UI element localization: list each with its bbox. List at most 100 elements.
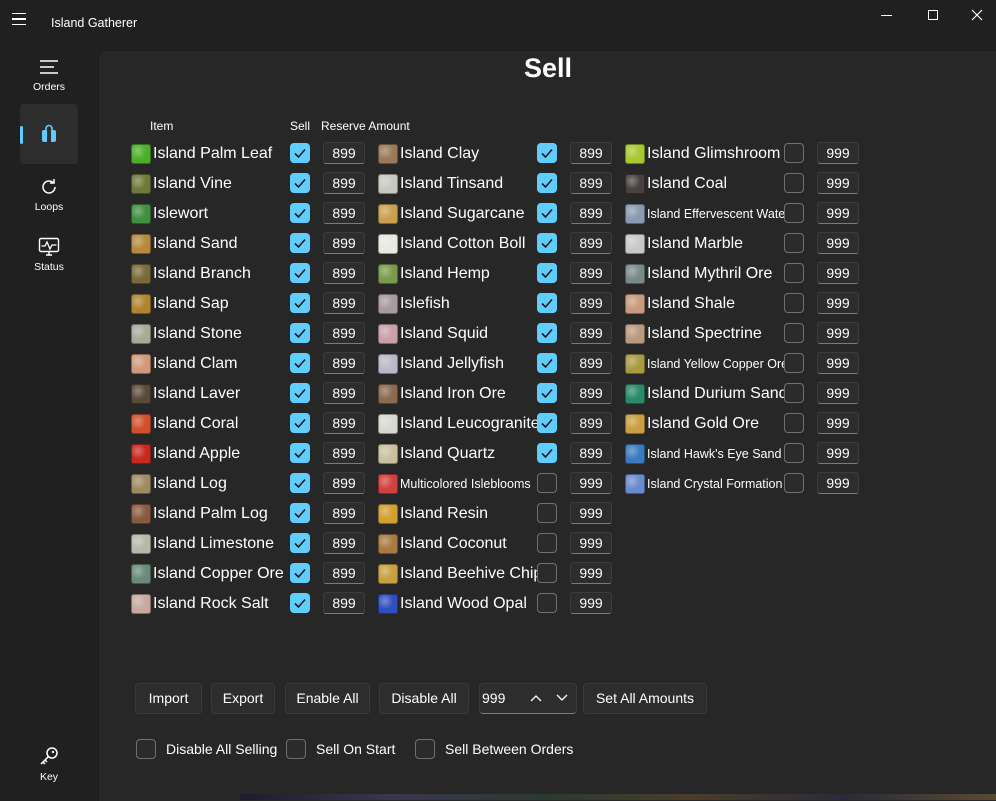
maximize-button[interactable]: [913, 4, 953, 26]
reserve-amount-input[interactable]: 899: [570, 322, 612, 344]
reserve-amount-input[interactable]: 999: [570, 562, 612, 584]
reserve-amount-input[interactable]: 899: [323, 322, 365, 344]
sell-checkbox[interactable]: [784, 383, 804, 403]
nav-sell[interactable]: [20, 104, 78, 164]
reserve-amount-input[interactable]: 999: [817, 472, 859, 494]
close-button[interactable]: [957, 4, 996, 26]
nav-key[interactable]: Key: [20, 736, 78, 796]
sell-checkbox[interactable]: [290, 233, 310, 253]
reserve-amount-input[interactable]: 999: [570, 472, 612, 494]
sell-checkbox[interactable]: [784, 323, 804, 343]
reserve-amount-input[interactable]: 999: [817, 142, 859, 164]
reserve-amount-input[interactable]: 999: [817, 322, 859, 344]
sell-checkbox[interactable]: [784, 203, 804, 223]
reserve-amount-input[interactable]: 899: [323, 202, 365, 224]
sell-checkbox[interactable]: [784, 443, 804, 463]
reserve-amount-input[interactable]: 899: [570, 142, 612, 164]
reserve-amount-input[interactable]: 899: [323, 532, 365, 554]
sell-checkbox[interactable]: [290, 203, 310, 223]
sell-checkbox[interactable]: [784, 353, 804, 373]
sell-checkbox[interactable]: [537, 263, 557, 283]
sell-between-orders-checkbox[interactable]: [415, 739, 435, 759]
sell-checkbox[interactable]: [784, 293, 804, 313]
disable-all-button[interactable]: Disable All: [379, 683, 469, 714]
export-button[interactable]: Export: [211, 683, 275, 714]
reserve-amount-input[interactable]: 899: [323, 502, 365, 524]
sell-checkbox[interactable]: [537, 413, 557, 433]
reserve-amount-input[interactable]: 899: [323, 172, 365, 194]
reserve-amount-input[interactable]: 899: [570, 292, 612, 314]
reserve-amount-input[interactable]: 999: [817, 382, 859, 404]
reserve-amount-input[interactable]: 899: [570, 442, 612, 464]
sell-checkbox[interactable]: [290, 173, 310, 193]
reserve-amount-input[interactable]: 899: [323, 472, 365, 494]
sell-checkbox[interactable]: [537, 353, 557, 373]
nav-orders[interactable]: Orders: [20, 46, 78, 106]
sell-checkbox[interactable]: [784, 173, 804, 193]
disable-all-selling-checkbox[interactable]: [136, 739, 156, 759]
sell-checkbox[interactable]: [784, 413, 804, 433]
reserve-amount-input[interactable]: 999: [817, 412, 859, 434]
sell-checkbox[interactable]: [784, 263, 804, 283]
sell-checkbox[interactable]: [290, 533, 310, 553]
sell-checkbox[interactable]: [290, 293, 310, 313]
sell-checkbox[interactable]: [537, 473, 557, 493]
nav-status[interactable]: Status: [20, 226, 78, 286]
chevron-up-icon[interactable]: [530, 693, 542, 703]
sell-checkbox[interactable]: [290, 503, 310, 523]
sell-checkbox[interactable]: [537, 143, 557, 163]
reserve-amount-input[interactable]: 999: [817, 442, 859, 464]
amount-number-box[interactable]: 999: [479, 683, 577, 714]
hamburger-menu-icon[interactable]: [12, 8, 34, 30]
reserve-amount-input[interactable]: 899: [323, 262, 365, 284]
reserve-amount-input[interactable]: 899: [570, 202, 612, 224]
sell-checkbox[interactable]: [290, 563, 310, 583]
sell-on-start-checkbox[interactable]: [286, 739, 306, 759]
reserve-amount-input[interactable]: 899: [570, 232, 612, 254]
set-all-amounts-button[interactable]: Set All Amounts: [583, 683, 707, 714]
sell-checkbox[interactable]: [537, 293, 557, 313]
reserve-amount-input[interactable]: 899: [323, 382, 365, 404]
sell-checkbox[interactable]: [290, 593, 310, 613]
reserve-amount-input[interactable]: 999: [817, 232, 859, 254]
import-button[interactable]: Import: [135, 683, 202, 714]
reserve-amount-input[interactable]: 899: [570, 382, 612, 404]
sell-checkbox[interactable]: [290, 443, 310, 463]
chevron-down-icon[interactable]: [556, 693, 568, 703]
enable-all-button[interactable]: Enable All: [285, 683, 370, 714]
sell-checkbox[interactable]: [290, 383, 310, 403]
sell-checkbox[interactable]: [537, 233, 557, 253]
reserve-amount-input[interactable]: 899: [323, 352, 365, 374]
reserve-amount-input[interactable]: 899: [323, 232, 365, 254]
minimize-button[interactable]: [866, 4, 906, 26]
reserve-amount-input[interactable]: 899: [570, 262, 612, 284]
sell-checkbox[interactable]: [290, 413, 310, 433]
sell-checkbox[interactable]: [537, 173, 557, 193]
sell-checkbox[interactable]: [537, 323, 557, 343]
reserve-amount-input[interactable]: 899: [323, 142, 365, 164]
reserve-amount-input[interactable]: 999: [817, 202, 859, 224]
sell-checkbox[interactable]: [290, 263, 310, 283]
reserve-amount-input[interactable]: 999: [817, 352, 859, 374]
reserve-amount-input[interactable]: 899: [570, 172, 612, 194]
reserve-amount-input[interactable]: 999: [570, 502, 612, 524]
sell-checkbox[interactable]: [537, 443, 557, 463]
reserve-amount-input[interactable]: 899: [323, 442, 365, 464]
reserve-amount-input[interactable]: 899: [570, 352, 612, 374]
reserve-amount-input[interactable]: 999: [817, 262, 859, 284]
reserve-amount-input[interactable]: 899: [570, 412, 612, 434]
sell-checkbox[interactable]: [784, 143, 804, 163]
reserve-amount-input[interactable]: 899: [323, 412, 365, 434]
reserve-amount-input[interactable]: 899: [323, 292, 365, 314]
reserve-amount-input[interactable]: 899: [323, 592, 365, 614]
sell-checkbox[interactable]: [290, 143, 310, 163]
reserve-amount-input[interactable]: 999: [570, 592, 612, 614]
sell-checkbox[interactable]: [784, 473, 804, 493]
sell-checkbox[interactable]: [537, 593, 557, 613]
sell-checkbox[interactable]: [290, 473, 310, 493]
reserve-amount-input[interactable]: 999: [817, 292, 859, 314]
sell-checkbox[interactable]: [784, 233, 804, 253]
sell-checkbox[interactable]: [537, 503, 557, 523]
reserve-amount-input[interactable]: 999: [570, 532, 612, 554]
reserve-amount-input[interactable]: 899: [323, 562, 365, 584]
